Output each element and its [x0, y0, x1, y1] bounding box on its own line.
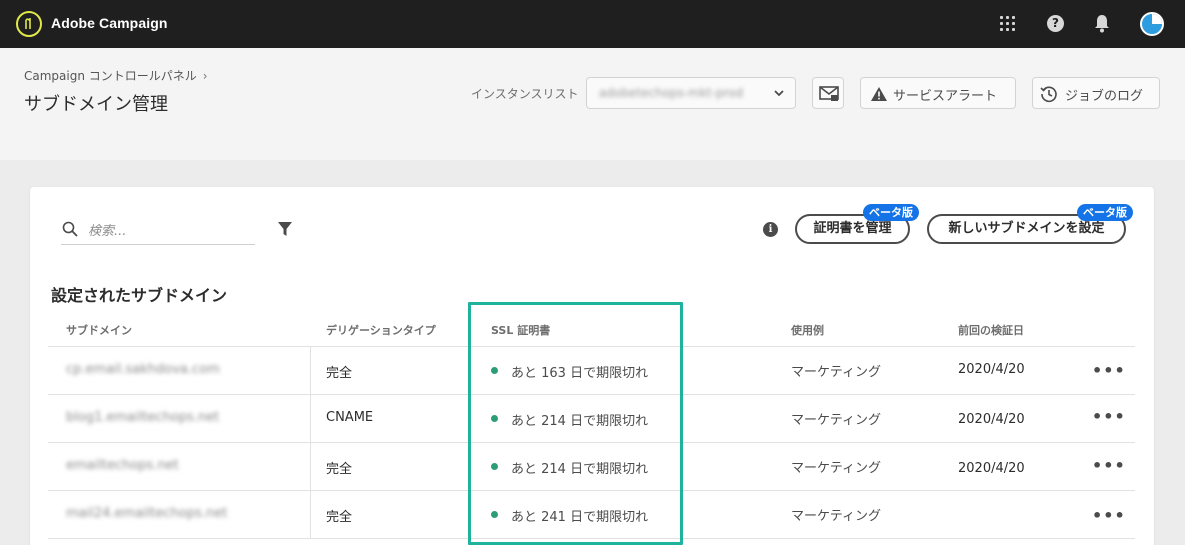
column-divider: [310, 347, 311, 395]
warning-icon: [871, 87, 887, 101]
last-verified-cell: 2020/4/20: [958, 362, 1025, 377]
page-title: サブドメイン管理: [24, 94, 168, 115]
apps-grid-icon[interactable]: [1000, 16, 1016, 32]
adobe-campaign-logo[interactable]: [16, 11, 42, 37]
section-title: 設定されたサブドメイン: [51, 286, 228, 305]
more-actions-icon[interactable]: •••: [1092, 407, 1126, 426]
delegation-cell: 完全: [326, 462, 353, 477]
ssl-cell: あと 241 日で期限切れ: [511, 510, 649, 525]
column-header-delegation[interactable]: デリゲーションタイプ: [326, 322, 436, 338]
subdomain-card: 検索... i 証明書を管理 新しいサブドメインを設定 ベータ版 ベータ版 設定…: [30, 187, 1154, 545]
table-row[interactable]: emailtechops.net 完全 あと 214 日で期限切れ マーケティン…: [48, 443, 1135, 491]
ssl-cell: あと 214 日で期限切れ: [511, 462, 649, 477]
more-actions-icon[interactable]: •••: [1092, 456, 1126, 475]
more-actions-icon[interactable]: •••: [1092, 361, 1126, 380]
column-header-last-verified[interactable]: 前回の検証日: [958, 322, 1024, 338]
subdomain-cell[interactable]: emailtechops.net: [66, 458, 179, 473]
column-divider: [310, 443, 311, 491]
help-icon[interactable]: ?: [1047, 15, 1064, 32]
breadcrumb[interactable]: Campaign コントロールパネル ›: [24, 67, 208, 84]
column-divider: [469, 347, 470, 395]
column-divider: [310, 395, 311, 443]
instance-select[interactable]: adobetechops-mkt-prod: [586, 77, 796, 109]
table-row[interactable]: mail24.emailtechops.net 完全 あと 241 日で期限切れ…: [48, 491, 1135, 539]
job-log-button[interactable]: ジョブのログ: [1032, 77, 1160, 109]
column-divider: [469, 491, 470, 539]
use-case-cell: マーケティング: [791, 365, 881, 380]
chevron-down-icon: [774, 90, 784, 97]
filter-icon[interactable]: [278, 222, 292, 237]
subdomain-cell[interactable]: mail24.emailtechops.net: [66, 506, 227, 521]
use-case-cell: マーケティング: [791, 413, 881, 428]
column-divider: [469, 443, 470, 491]
app-title: Adobe Campaign: [51, 15, 168, 31]
subdomain-cell[interactable]: cp.email.sakhdova.com: [66, 362, 220, 377]
info-icon[interactable]: i: [763, 222, 778, 237]
top-bar: Adobe Campaign ?: [0, 0, 1185, 48]
column-header-subdomain[interactable]: サブドメイン: [66, 322, 132, 338]
service-alert-label: サービスアラート: [893, 89, 998, 104]
status-dot: [491, 415, 498, 422]
subdomain-cell[interactable]: blog1.emailtechops.net: [66, 410, 219, 425]
service-alert-button[interactable]: サービスアラート: [860, 77, 1016, 109]
column-header-use-case[interactable]: 使用例: [791, 322, 824, 338]
instance-list-label: インスタンスリスト: [471, 87, 579, 101]
history-icon: [1040, 86, 1057, 103]
avatar[interactable]: [1140, 12, 1164, 36]
more-actions-icon[interactable]: •••: [1092, 506, 1126, 525]
beta-badge: ベータ版: [1077, 204, 1133, 221]
table-row[interactable]: blog1.emailtechops.net CNAME あと 214 日で期限…: [48, 395, 1135, 443]
column-divider: [469, 395, 470, 443]
search-input[interactable]: 検索...: [61, 213, 255, 245]
delegation-cell: 完全: [326, 366, 353, 381]
status-dot: [491, 367, 498, 374]
column-divider: [310, 491, 311, 539]
last-verified-cell: 2020/4/20: [958, 412, 1025, 427]
last-verified-cell: 2020/4/20: [958, 461, 1025, 476]
ssl-cell: あと 214 日で期限切れ: [511, 414, 649, 429]
breadcrumb-link[interactable]: Campaign コントロールパネル: [24, 69, 197, 83]
use-case-cell: マーケティング: [791, 461, 881, 476]
status-dot: [491, 463, 498, 470]
chevron-right-icon: ›: [202, 69, 208, 83]
bell-icon[interactable]: [1094, 14, 1110, 33]
delegation-cell: CNAME: [326, 410, 374, 425]
ssl-cell: あと 163 日で期限切れ: [511, 366, 649, 381]
column-header-ssl[interactable]: SSL 証明書: [491, 322, 550, 338]
status-dot: [491, 511, 498, 518]
mail-icon: [819, 86, 839, 101]
job-log-label: ジョブのログ: [1065, 89, 1144, 104]
instance-value: adobetechops-mkt-prod: [599, 86, 744, 100]
search-placeholder: 検索...: [88, 224, 127, 239]
mail-settings-button[interactable]: [812, 77, 844, 109]
beta-badge: ベータ版: [863, 204, 919, 221]
use-case-cell: マーケティング: [791, 509, 881, 524]
search-icon: [62, 221, 78, 237]
table-row[interactable]: cp.email.sakhdova.com 完全 あと 163 日で期限切れ マ…: [48, 347, 1135, 395]
delegation-cell: 完全: [326, 510, 353, 525]
table-header: サブドメイン デリゲーションタイプ SSL 証明書 使用例 前回の検証日: [48, 315, 1135, 347]
page-header: Campaign コントロールパネル › サブドメイン管理 インスタンスリスト a…: [0, 48, 1185, 160]
